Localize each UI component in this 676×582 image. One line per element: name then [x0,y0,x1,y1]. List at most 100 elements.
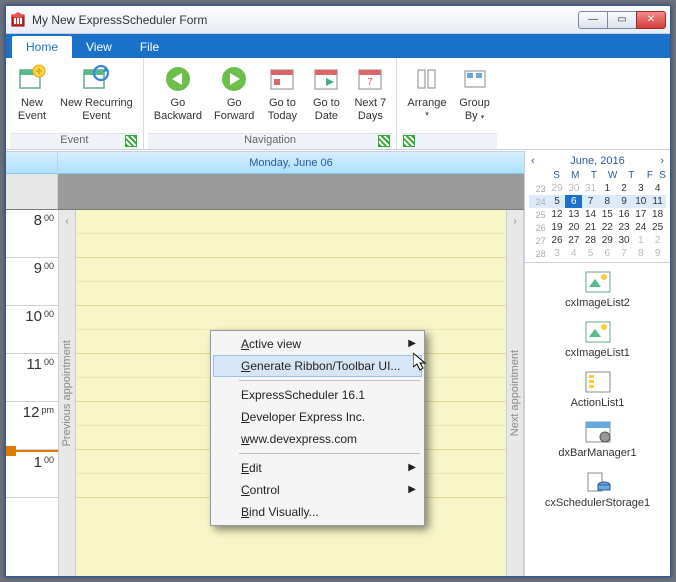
dialog-launcher-icon[interactable] [403,135,415,147]
calendar-recurring-icon [80,63,112,95]
component-item[interactable]: cxImageList2 [525,269,670,309]
calendar-day[interactable]: 9 [616,195,633,208]
menu-item[interactable]: Generate Ribbon/Toolbar UI... [213,355,422,377]
tab-view[interactable]: View [72,36,126,58]
calendar-week-icon: 7 [354,63,386,95]
go-backward-button[interactable]: Go Backward [148,61,208,133]
calendar-day[interactable]: 13 [565,208,582,221]
calendar-day[interactable]: 17 [632,208,649,221]
maximize-button[interactable]: ▭ [607,11,637,29]
go-date-button[interactable]: Go to Date [304,61,348,133]
calendar-day[interactable]: 1 [599,182,616,195]
calendar-day[interactable]: 30 [565,182,582,195]
calendar-day[interactable]: 11 [649,195,666,208]
calendar-day[interactable]: 22 [599,221,616,234]
day-header[interactable]: Monday, June 06 [58,152,524,174]
calendar-day[interactable]: 12 [549,208,566,221]
ribbon: New Event New Recurring Event Event [6,58,670,150]
imagelist-icon [584,319,612,345]
menu-item[interactable]: www.devexpress.com [213,428,422,450]
calendar-day[interactable]: 4 [565,247,582,260]
calendar-day[interactable]: 29 [549,182,566,195]
component-item[interactable]: dxBarManager1 [525,419,670,459]
calendar-day[interactable]: 4 [649,182,666,195]
ribbon-group-navigation: Go Backward Go Forward Go to Today Go to… [144,58,398,149]
calendar-day[interactable]: 5 [549,195,566,208]
ribbon-tabs: Home View File [6,34,670,58]
component-tray: cxImageList2 cxImageList1 ActionList1 dx… [525,263,670,576]
chevron-left-icon: ‹ [65,216,68,227]
next-appointment-button[interactable]: › Next appointment [506,210,524,576]
calendar-day[interactable]: 19 [549,221,566,234]
calendar-day[interactable]: 27 [565,234,582,247]
arrange-button[interactable]: Arrange ▾ [401,61,452,133]
tab-home[interactable]: Home [12,36,72,58]
calendar-day[interactable]: 6 [599,247,616,260]
menu-item[interactable]: Control▶ [213,479,422,501]
chevron-down-icon: ▾ [425,111,429,119]
svg-text:7: 7 [368,77,374,88]
context-menu[interactable]: Active view▶Generate Ribbon/Toolbar UI..… [210,330,425,526]
calendar-day[interactable]: 14 [582,208,599,221]
submenu-arrow-icon: ▶ [408,462,416,473]
calendar-day[interactable]: 30 [616,234,633,247]
allday-row[interactable] [58,174,524,210]
calendar-today-icon [266,63,298,95]
calendar-day[interactable]: 31 [582,182,599,195]
menu-item[interactable]: Active view▶ [213,333,422,355]
calendar-day[interactable]: 10 [632,195,649,208]
dialog-launcher-icon[interactable] [378,135,390,147]
calendar-day[interactable]: 9 [649,247,666,260]
calendar-day[interactable]: 2 [649,234,666,247]
calendar-day[interactable]: 15 [599,208,616,221]
calendar-day[interactable]: 24 [632,221,649,234]
calendar-day[interactable]: 8 [599,195,616,208]
menu-item[interactable]: ExpressScheduler 16.1 [213,384,422,406]
new-event-button[interactable]: New Event [10,61,54,133]
component-item[interactable]: cxImageList1 [525,319,670,359]
calendar-day[interactable]: 1 [632,234,649,247]
prev-appointment-button[interactable]: ‹ Previous appointment [58,210,76,576]
close-button[interactable]: ✕ [636,11,666,29]
go-forward-button[interactable]: Go Forward [208,61,260,133]
calendar-day[interactable]: 23 [616,221,633,234]
menu-item[interactable]: Edit▶ [213,457,422,479]
component-item[interactable]: cxSchedulerStorage1 [525,469,670,509]
calendar-day[interactable]: 26 [549,234,566,247]
chevron-down-icon: ▾ [481,114,485,121]
mini-calendar[interactable]: ‹ June, 2016 › SMTWTFS 23293031123424567… [525,151,670,263]
calendar-day[interactable]: 8 [632,247,649,260]
titlebar[interactable]: My New ExpressScheduler Form — ▭ ✕ [6,6,670,34]
calendar-day[interactable]: 28 [582,234,599,247]
calendar-day[interactable]: 3 [549,247,566,260]
arrow-left-icon [162,63,194,95]
calendar-goto-icon [310,63,342,95]
new-recurring-button[interactable]: New Recurring Event [54,61,139,133]
cal-prev-icon[interactable]: ‹ [531,155,541,167]
calendar-day[interactable]: 7 [582,195,599,208]
calendar-day[interactable]: 5 [582,247,599,260]
calendar-day[interactable]: 7 [616,247,633,260]
menu-item[interactable]: Developer Express Inc. [213,406,422,428]
menu-item[interactable]: Bind Visually... [213,501,422,523]
mini-calendar-grid[interactable]: SMTWTFS [529,169,666,182]
dialog-launcher-icon[interactable] [125,135,137,147]
time-ruler: 800 900 1000 1100 12pm 100 [6,210,58,576]
component-item[interactable]: ActionList1 [525,369,670,409]
calendar-day[interactable]: 25 [649,221,666,234]
calendar-day[interactable]: 29 [599,234,616,247]
calendar-day[interactable]: 21 [582,221,599,234]
calendar-day[interactable]: 20 [565,221,582,234]
cal-next-icon[interactable]: › [654,155,664,167]
groupby-button[interactable]: Group By ▾ [453,61,497,133]
calendar-day[interactable]: 6 [565,195,582,208]
calendar-day[interactable]: 16 [616,208,633,221]
tab-file[interactable]: File [126,36,173,58]
calendar-day[interactable]: 18 [649,208,666,221]
next7days-button[interactable]: 7 Next 7 Days [348,61,392,133]
app-icon [10,12,26,28]
calendar-day[interactable]: 2 [616,182,633,195]
minimize-button[interactable]: — [578,11,608,29]
go-today-button[interactable]: Go to Today [260,61,304,133]
calendar-day[interactable]: 3 [632,182,649,195]
